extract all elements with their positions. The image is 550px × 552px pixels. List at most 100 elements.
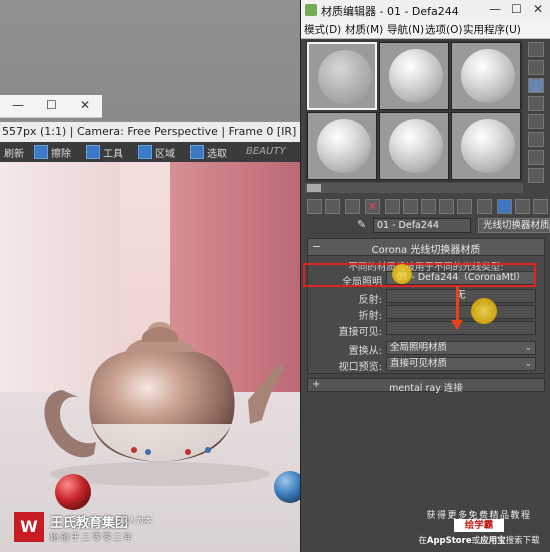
- arrow-shaft: [456, 286, 459, 324]
- promo-pre: 在: [418, 536, 427, 546]
- get-material-icon[interactable]: [307, 199, 322, 214]
- cursor-highlight-2: [471, 298, 497, 324]
- brand-logo: W: [14, 512, 44, 542]
- slot-sphere: [389, 49, 443, 103]
- menu-options[interactable]: 选项(O): [425, 22, 462, 37]
- eyedropper-icon[interactable]: ✎: [357, 219, 369, 231]
- sample-slot-1[interactable]: [307, 42, 377, 110]
- sample-type-icon[interactable]: [528, 42, 544, 57]
- tools-label: 工具: [103, 148, 123, 160]
- param-label: 直接可见:: [338, 327, 382, 338]
- slot-sphere: [389, 119, 443, 173]
- select-value: 直接可见材质: [390, 358, 448, 369]
- erase-icon: [34, 145, 48, 159]
- video-color-check-icon[interactable]: [528, 114, 544, 129]
- backlight-icon[interactable]: [528, 60, 544, 75]
- put-to-scene-icon[interactable]: [325, 199, 340, 214]
- material-toolbar: ✕: [301, 199, 550, 215]
- render-element-beauty[interactable]: BEAUTY: [246, 146, 286, 157]
- close-icon[interactable]: ✕: [80, 98, 90, 112]
- minimize-icon[interactable]: —: [489, 2, 501, 16]
- select-button[interactable]: 选取: [190, 144, 227, 160]
- promo-or: 或: [471, 536, 481, 546]
- select-value: 全局照明材质: [390, 342, 448, 353]
- promo-line-3: 在AppStore或应用宝搜索下载: [410, 534, 548, 546]
- make-preview-icon[interactable]: [528, 132, 544, 147]
- go-forward-sibling-icon[interactable]: [515, 199, 530, 214]
- slot-sphere: [461, 49, 515, 103]
- hand-icon: [190, 145, 204, 159]
- slot-sphere: [461, 119, 515, 173]
- material-editor-menubar: 模式(D) 材质(M) 导航(N) 选项(O) 实用程序(U): [301, 20, 550, 39]
- param-direct-visible: 直接可见:: [308, 321, 544, 338]
- uv-tiling-icon[interactable]: [528, 96, 544, 111]
- displacement-from-select[interactable]: 全局照明材质 ⌄: [386, 341, 536, 355]
- param-label: 反射:: [358, 295, 382, 306]
- promo-store: AppStore: [426, 536, 472, 546]
- region-label: 区域: [155, 148, 175, 160]
- slots-scrollbar[interactable]: [305, 183, 523, 193]
- sample-slot-2[interactable]: [379, 42, 449, 110]
- go-to-parent-icon[interactable]: [497, 199, 512, 214]
- show-end-result-icon[interactable]: [477, 199, 492, 214]
- viewport-preview-select[interactable]: 直接可见材质 ⌄: [386, 357, 536, 371]
- brand-slogan: 以人为本: [120, 516, 152, 525]
- select-by-material-icon[interactable]: [528, 168, 544, 183]
- teapot-render: [44, 322, 300, 510]
- menu-utilities[interactable]: 实用程序(U): [463, 22, 521, 37]
- close-icon[interactable]: ✕: [533, 2, 543, 16]
- material-type-button[interactable]: 光线切换器材质: [478, 218, 550, 233]
- rollout-header[interactable]: − Corona 光线切换器材质: [308, 239, 544, 256]
- render-viewport: [0, 162, 300, 552]
- side-toolbar: [525, 40, 547, 198]
- param-label: 折射:: [358, 311, 382, 322]
- maximize-icon[interactable]: ☐: [511, 2, 522, 16]
- menu-material[interactable]: 材质(M): [345, 22, 383, 37]
- vfb-toolbar: 刷新 擦除 工具 区域 选取 BEAUTY: [0, 142, 300, 162]
- menu-mode[interactable]: 模式(D): [304, 22, 341, 37]
- material-id-icon[interactable]: [439, 199, 454, 214]
- assign-to-selection-icon[interactable]: [345, 199, 360, 214]
- slot-sphere: [317, 119, 371, 173]
- cursor-highlight: [392, 264, 412, 284]
- vfb-titlebar: — ☐ ✕: [0, 95, 102, 118]
- make-unique-icon[interactable]: [403, 199, 418, 214]
- options-icon[interactable]: [528, 150, 544, 165]
- erase-label: 擦除: [51, 148, 71, 160]
- copy-material-icon[interactable]: [385, 199, 400, 214]
- mentalray-title: mental ray 连接: [389, 383, 463, 394]
- refresh-button[interactable]: 刷新: [4, 144, 24, 160]
- chevron-down-icon: ⌄: [524, 343, 532, 353]
- erase-button[interactable]: 擦除: [34, 144, 71, 160]
- material-map-navigator-icon[interactable]: [533, 199, 548, 214]
- sample-slot-5[interactable]: [379, 112, 449, 180]
- menu-navigation[interactable]: 导航(N): [387, 22, 424, 37]
- sample-slot-6[interactable]: [451, 112, 521, 180]
- viewport-preview-row: 视口预览: 直接可见材质 ⌄: [308, 357, 544, 373]
- promo-app: 应用宝: [480, 536, 506, 546]
- reset-map-icon[interactable]: ✕: [365, 199, 380, 214]
- brand-name: 王氏教育集团: [50, 516, 129, 531]
- slot-sphere: [318, 50, 372, 104]
- material-editor-window: 材质编辑器 - 01 - Defa244 — ☐ ✕ 模式(D) 材质(M) 导…: [300, 0, 550, 552]
- maximize-icon[interactable]: ☐: [46, 98, 57, 112]
- promo-post: 搜索下载: [505, 536, 540, 546]
- material-editor-title: 材质编辑器 - 01 - Defa244: [321, 5, 459, 18]
- put-to-library-icon[interactable]: [421, 199, 436, 214]
- material-name-field[interactable]: 01 - Defa244: [373, 218, 471, 233]
- background-icon[interactable]: [528, 78, 544, 93]
- ray-switcher-rollout: − Corona 光线切换器材质 不同的材质将被用于不同的光线类型: 全局照明 …: [307, 238, 545, 374]
- promo-badge: 绘学霸: [454, 519, 504, 532]
- refresh-label: 刷新: [4, 148, 24, 160]
- arrow-head: [451, 320, 463, 330]
- mentalray-rollout[interactable]: + mental ray 连接: [307, 378, 545, 394]
- sample-slot-4[interactable]: [307, 112, 377, 180]
- region-button[interactable]: 区域: [138, 144, 175, 160]
- sample-slots: [305, 40, 523, 182]
- sample-slot-3[interactable]: [451, 42, 521, 110]
- minimize-icon[interactable]: —: [12, 98, 24, 112]
- scroll-thumb[interactable]: [307, 184, 321, 192]
- tools-button[interactable]: 工具: [86, 144, 123, 160]
- show-map-icon[interactable]: [457, 199, 472, 214]
- annotation-highlight-box: [303, 263, 536, 287]
